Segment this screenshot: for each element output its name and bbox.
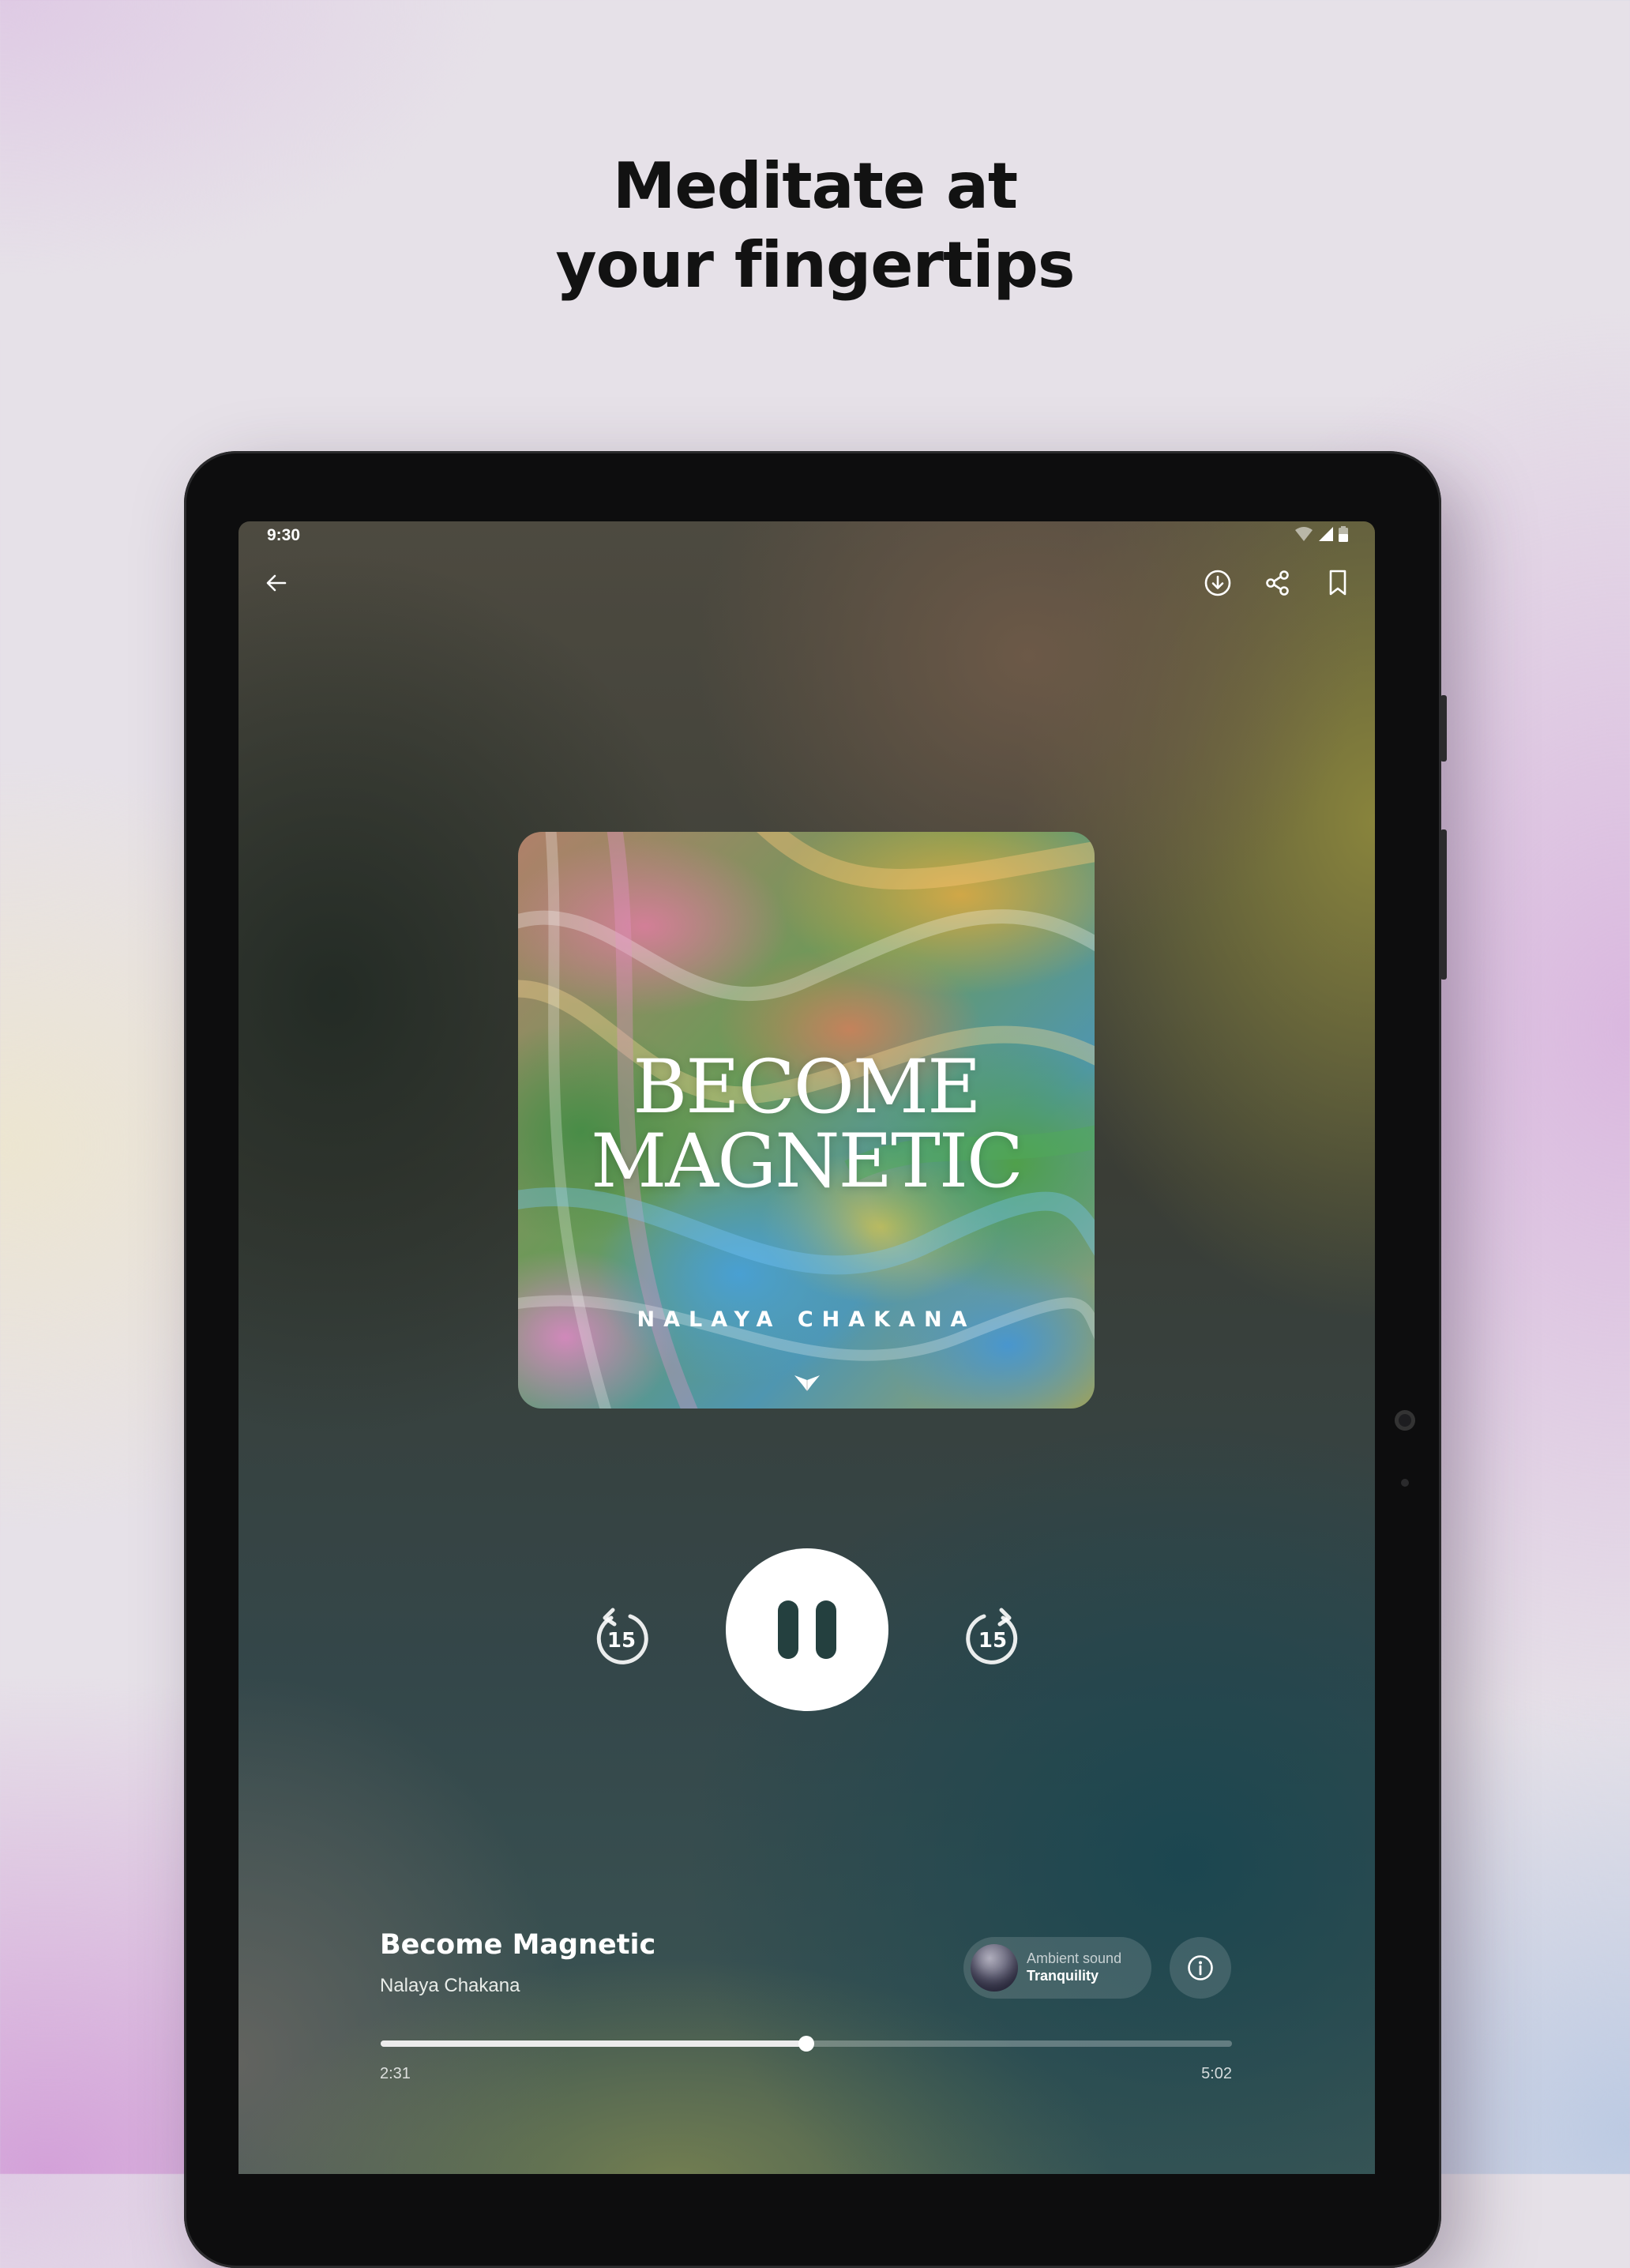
- progress-bar[interactable]: [381, 2036, 1232, 2052]
- brand-logo-icon: [794, 1375, 820, 1391]
- artwork-author: NALAYA CHAKANA: [637, 1307, 976, 1332]
- total-time: 5:02: [1201, 2065, 1232, 2082]
- download-button[interactable]: [1197, 562, 1238, 604]
- bookmark-button[interactable]: [1317, 562, 1358, 604]
- headline-line-1: Meditate at: [612, 149, 1018, 223]
- info-icon: [1188, 1955, 1213, 1980]
- ambient-label: Ambient sound: [1027, 1950, 1122, 1966]
- forward-seconds-label: 15: [978, 1629, 1007, 1653]
- forward-15-button[interactable]: 15: [962, 1604, 1025, 1667]
- cover-artwork: BECOME MAGNETIC NALAYA CHAKANA: [518, 832, 1095, 1409]
- progress-fill: [381, 2040, 806, 2047]
- status-icons: [1294, 526, 1348, 542]
- bookmark-icon: [1329, 570, 1346, 596]
- battery-icon: [1339, 526, 1348, 542]
- ambient-value: Tranquility: [1027, 1968, 1099, 1984]
- track-artist: Nalaya Chakana: [380, 1975, 520, 1996]
- headline-line-2: your fingertips: [555, 228, 1075, 302]
- pause-icon-bar-left: [778, 1600, 798, 1659]
- arrow-left-icon: [266, 574, 287, 592]
- share-icon: [1266, 570, 1289, 596]
- playback-controls: 15 15: [238, 1548, 1375, 1714]
- download-icon: [1204, 570, 1231, 596]
- pause-button[interactable]: [726, 1548, 888, 1711]
- signal-icon: [1319, 527, 1333, 541]
- rewind-15-button[interactable]: 15: [589, 1604, 652, 1667]
- app-screen: 9:30 BECOME MAGNETIC NALAYA CHAKANA 15 1…: [238, 521, 1375, 2174]
- ambient-thumbnail: [971, 1944, 1018, 1992]
- power-button: [1440, 829, 1447, 980]
- ambient-sound-button[interactable]: Ambient sound Tranquility: [963, 1937, 1151, 1999]
- artwork-title-line-1: BECOME: [633, 1044, 982, 1130]
- progress-thumb[interactable]: [798, 2036, 814, 2052]
- wifi-icon: [1295, 527, 1313, 541]
- track-title: Become Magnetic: [380, 1929, 656, 1961]
- headline: Meditate at your fingertips: [0, 147, 1630, 305]
- info-button[interactable]: [1170, 1937, 1231, 1999]
- rewind-seconds-label: 15: [607, 1629, 636, 1653]
- share-button[interactable]: [1257, 562, 1298, 604]
- forward-icon: 15: [966, 1608, 1018, 1664]
- rewind-icon: 15: [596, 1608, 648, 1664]
- elapsed-time: 2:31: [380, 2065, 411, 2082]
- front-camera: [1395, 1410, 1415, 1431]
- back-button[interactable]: [256, 562, 297, 604]
- volume-button: [1440, 695, 1447, 762]
- light-sensor: [1401, 1479, 1409, 1487]
- status-time: 9:30: [267, 526, 301, 544]
- pause-icon-bar-right: [816, 1600, 836, 1659]
- artwork-title-line-2: MAGNETIC: [591, 1119, 1023, 1205]
